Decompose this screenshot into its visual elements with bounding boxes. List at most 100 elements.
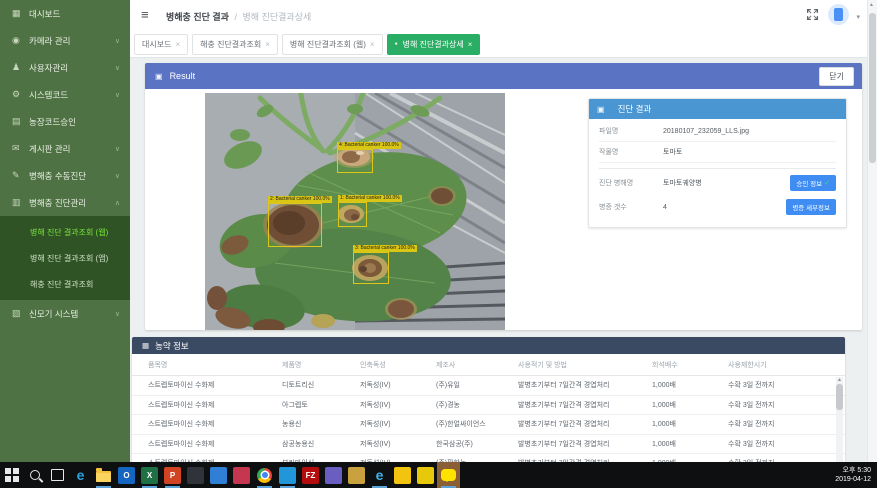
symptom-detail-button[interactable]: 병증 세부정보	[786, 199, 836, 215]
scroll-up-icon[interactable]: ▲	[837, 377, 842, 383]
close-icon[interactable]: ×	[175, 40, 180, 49]
breadcrumb-primary: 병해충 진단 결과	[166, 12, 229, 22]
start-button[interactable]	[0, 462, 23, 488]
powerpoint-icon[interactable]: P	[161, 462, 184, 488]
diagnosis-group: 진단 병해명 토마토궤양병 승인 정보 ✓ 병증 갯수 4 병증 세부정보	[599, 168, 836, 219]
diagnosis-row-crop: 작물명 토마토	[599, 142, 836, 163]
tab-disease-results-web[interactable]: 병해 진단결과조회 (웹) ×	[282, 34, 383, 55]
detection-bbox: 4: Bacterial canker 100.0%	[337, 149, 373, 173]
breadcrumb-separator: /	[234, 12, 237, 22]
table-cell: 발병초기부터 7일간격 경엽처리	[518, 439, 652, 449]
sidebar-subitem-label: 병해 진단 결과조회 (웹)	[30, 227, 108, 238]
table-cell: 저독성(IV)	[360, 400, 436, 410]
table-row[interactable]: 스트렙토마이신 수화제 삼공농용신 저독성(IV) 한국삼공(주) 발병초기부터…	[132, 435, 845, 455]
close-icon[interactable]: ×	[265, 40, 270, 49]
notepad-icon[interactable]	[391, 462, 414, 488]
taskbar-clock[interactable]: 오후 5:30 2019-04-12	[835, 466, 877, 484]
user-avatar[interactable]	[828, 4, 849, 25]
pesticide-table: 품목명 제품명 인축독성 제조사 사용적기 및 방법 희석배수 사용제한시기 스…	[132, 354, 845, 474]
close-panel-button[interactable]: 닫기	[819, 67, 854, 86]
sidebar-item-board-management[interactable]: ✉ 게시판 관리 ∨	[0, 135, 130, 162]
windows-taskbar: eOXPFZe 오후 5:30 2019-04-12	[0, 462, 877, 488]
sidebar-item-disease-results-web[interactable]: 병해 진단 결과조회 (웹)	[0, 219, 130, 245]
approval-info-button[interactable]: 승인 정보 ✓	[790, 175, 836, 191]
detection-label: 4: Bacterial canker 100.0%	[337, 142, 401, 149]
table-scrollbar[interactable]: ▲	[836, 377, 843, 462]
table-row[interactable]: 스트렙토마이신 수화제 아그렙토 저독성(IV) (주)경농 발병초기부터 7일…	[132, 396, 845, 416]
table-scrollbar-thumb[interactable]	[836, 384, 843, 410]
sidebar-item-system-code[interactable]: ⚙ 시스템코드 ∨	[0, 81, 130, 108]
table-row[interactable]: 스트렙토마이신 수화제 디토트리신 저독성(IV) (주)유일 발병초기부터 7…	[132, 376, 845, 396]
sidebar-item-manual-diagnosis[interactable]: ✎ 병해충 수동진단 ∨	[0, 162, 130, 189]
screen: ▦ 대시보드 ◉ 카메라 관리 ∨ ♟ 사용자관리 ∨ ⚙ 시스템코드 ∨ ▤ …	[0, 0, 877, 488]
diagnosis-row-symptom-count: 병증 갯수 4 병증 세부정보	[599, 195, 836, 219]
close-icon[interactable]: ×	[370, 40, 375, 49]
field-label: 진단 병해명	[599, 178, 663, 188]
sidebar-submenu: 병해 진단 결과조회 (웹) 병해 진단 결과조회 (앱) 해충 진단 결과조회	[0, 216, 130, 300]
remote-desktop-icon	[325, 467, 342, 484]
detection-label: 1: Bacterial canker 100.0%	[338, 195, 402, 202]
sidebar-item-diagnosis-management[interactable]: ▥ 병해충 진단관리 ∧	[0, 189, 130, 216]
sidebar-item-disease-results-app[interactable]: 병해 진단 결과조회 (앱)	[0, 245, 130, 271]
tab-dashboard[interactable]: 대시보드 ×	[134, 34, 188, 55]
tab-disease-result-detail[interactable]: ● 병해 진단결과상세 ×	[387, 34, 481, 55]
remote-desktop-icon[interactable]	[322, 462, 345, 488]
keepass-icon[interactable]	[345, 462, 368, 488]
panel-icon: ▣	[155, 72, 163, 81]
tab-pest-results[interactable]: 해충 진단결과조회 ×	[192, 34, 278, 55]
sidebar-item-pest-results[interactable]: 해충 진단 결과조회	[0, 271, 130, 297]
media-player-icon[interactable]	[230, 462, 253, 488]
photos-icon[interactable]	[207, 462, 230, 488]
avatar-icon	[834, 8, 843, 21]
table-cell: (주)한얼싸이언스	[436, 419, 518, 429]
sidebar-item-label: 신모기 시스템	[29, 308, 78, 320]
chrome-icon[interactable]	[253, 462, 276, 488]
kakaotalk-icon[interactable]	[437, 462, 460, 488]
file-explorer-icon	[96, 471, 111, 482]
sidebar-item-user-management[interactable]: ♟ 사용자관리 ∨	[0, 54, 130, 81]
table-cell: 농용신	[282, 419, 360, 429]
table-cell: 아그렙토	[282, 400, 360, 410]
table-cell: 저독성(IV)	[360, 380, 436, 390]
menu-toggle-icon[interactable]: ≡	[141, 7, 149, 22]
terminal-icon	[187, 467, 204, 484]
diagnosis-row-filename: 파일명 20180107_232059_LLS.jpg	[599, 121, 836, 142]
tab-label: 병해 진단결과상세	[403, 39, 464, 50]
scroll-up-icon[interactable]: ▲	[869, 2, 874, 8]
detection-label: 3: Bacterial canker 100.0%	[353, 245, 417, 252]
close-icon[interactable]: ×	[468, 40, 473, 49]
sidebar-item-farm-code-approval[interactable]: ▤ 농장코드승인	[0, 108, 130, 135]
messenger-icon[interactable]	[414, 462, 437, 488]
honeyview-icon[interactable]	[276, 462, 299, 488]
users-icon: ♟	[12, 62, 29, 73]
filezilla-icon[interactable]: FZ	[299, 462, 322, 488]
diagnosis-card-body: 파일명 20180107_232059_LLS.jpg 작물명 토마토 진단 병…	[589, 119, 846, 227]
result-panel-header: ▣ Result 닫기	[145, 63, 862, 89]
outlook-icon[interactable]: O	[115, 462, 138, 488]
start-button	[5, 468, 11, 474]
keepass-icon	[348, 467, 365, 484]
edge-icon[interactable]: e	[69, 462, 92, 488]
chevron-down-icon: ∨	[115, 145, 120, 153]
terminal-icon[interactable]	[184, 462, 207, 488]
table-cell: 수확 3일 전까지	[728, 419, 845, 429]
sidebar-item-dashboard[interactable]: ▦ 대시보드	[0, 0, 130, 27]
table-cell: (주)경농	[436, 400, 518, 410]
sidebar-item-camera-management[interactable]: ◉ 카메라 관리 ∨	[0, 27, 130, 54]
page-scrollbar-thumb[interactable]	[869, 13, 876, 163]
caret-down-icon[interactable]: ▾	[856, 13, 860, 21]
file-explorer-icon[interactable]	[92, 462, 115, 488]
task-view-button[interactable]	[46, 462, 69, 488]
sidebar-item-trap-system[interactable]: ▧ 신모기 시스템 ∨	[0, 300, 130, 327]
search-button[interactable]	[23, 462, 46, 488]
dashboard-icon: ▦	[12, 8, 29, 19]
field-label: 파일명	[599, 126, 663, 136]
board-icon: ✉	[12, 143, 29, 154]
internet-explorer-icon[interactable]: e	[368, 462, 391, 488]
fullscreen-icon[interactable]	[806, 8, 819, 26]
panel-icon: ▣	[597, 105, 605, 114]
table-cell: 스트렙토마이신 수화제	[132, 419, 282, 429]
page-scrollbar[interactable]: ▲	[867, 0, 877, 462]
table-row[interactable]: 스트렙토마이신 수화제 농용신 저독성(IV) (주)한얼싸이언스 발병초기부터…	[132, 415, 845, 435]
excel-icon[interactable]: X	[138, 462, 161, 488]
